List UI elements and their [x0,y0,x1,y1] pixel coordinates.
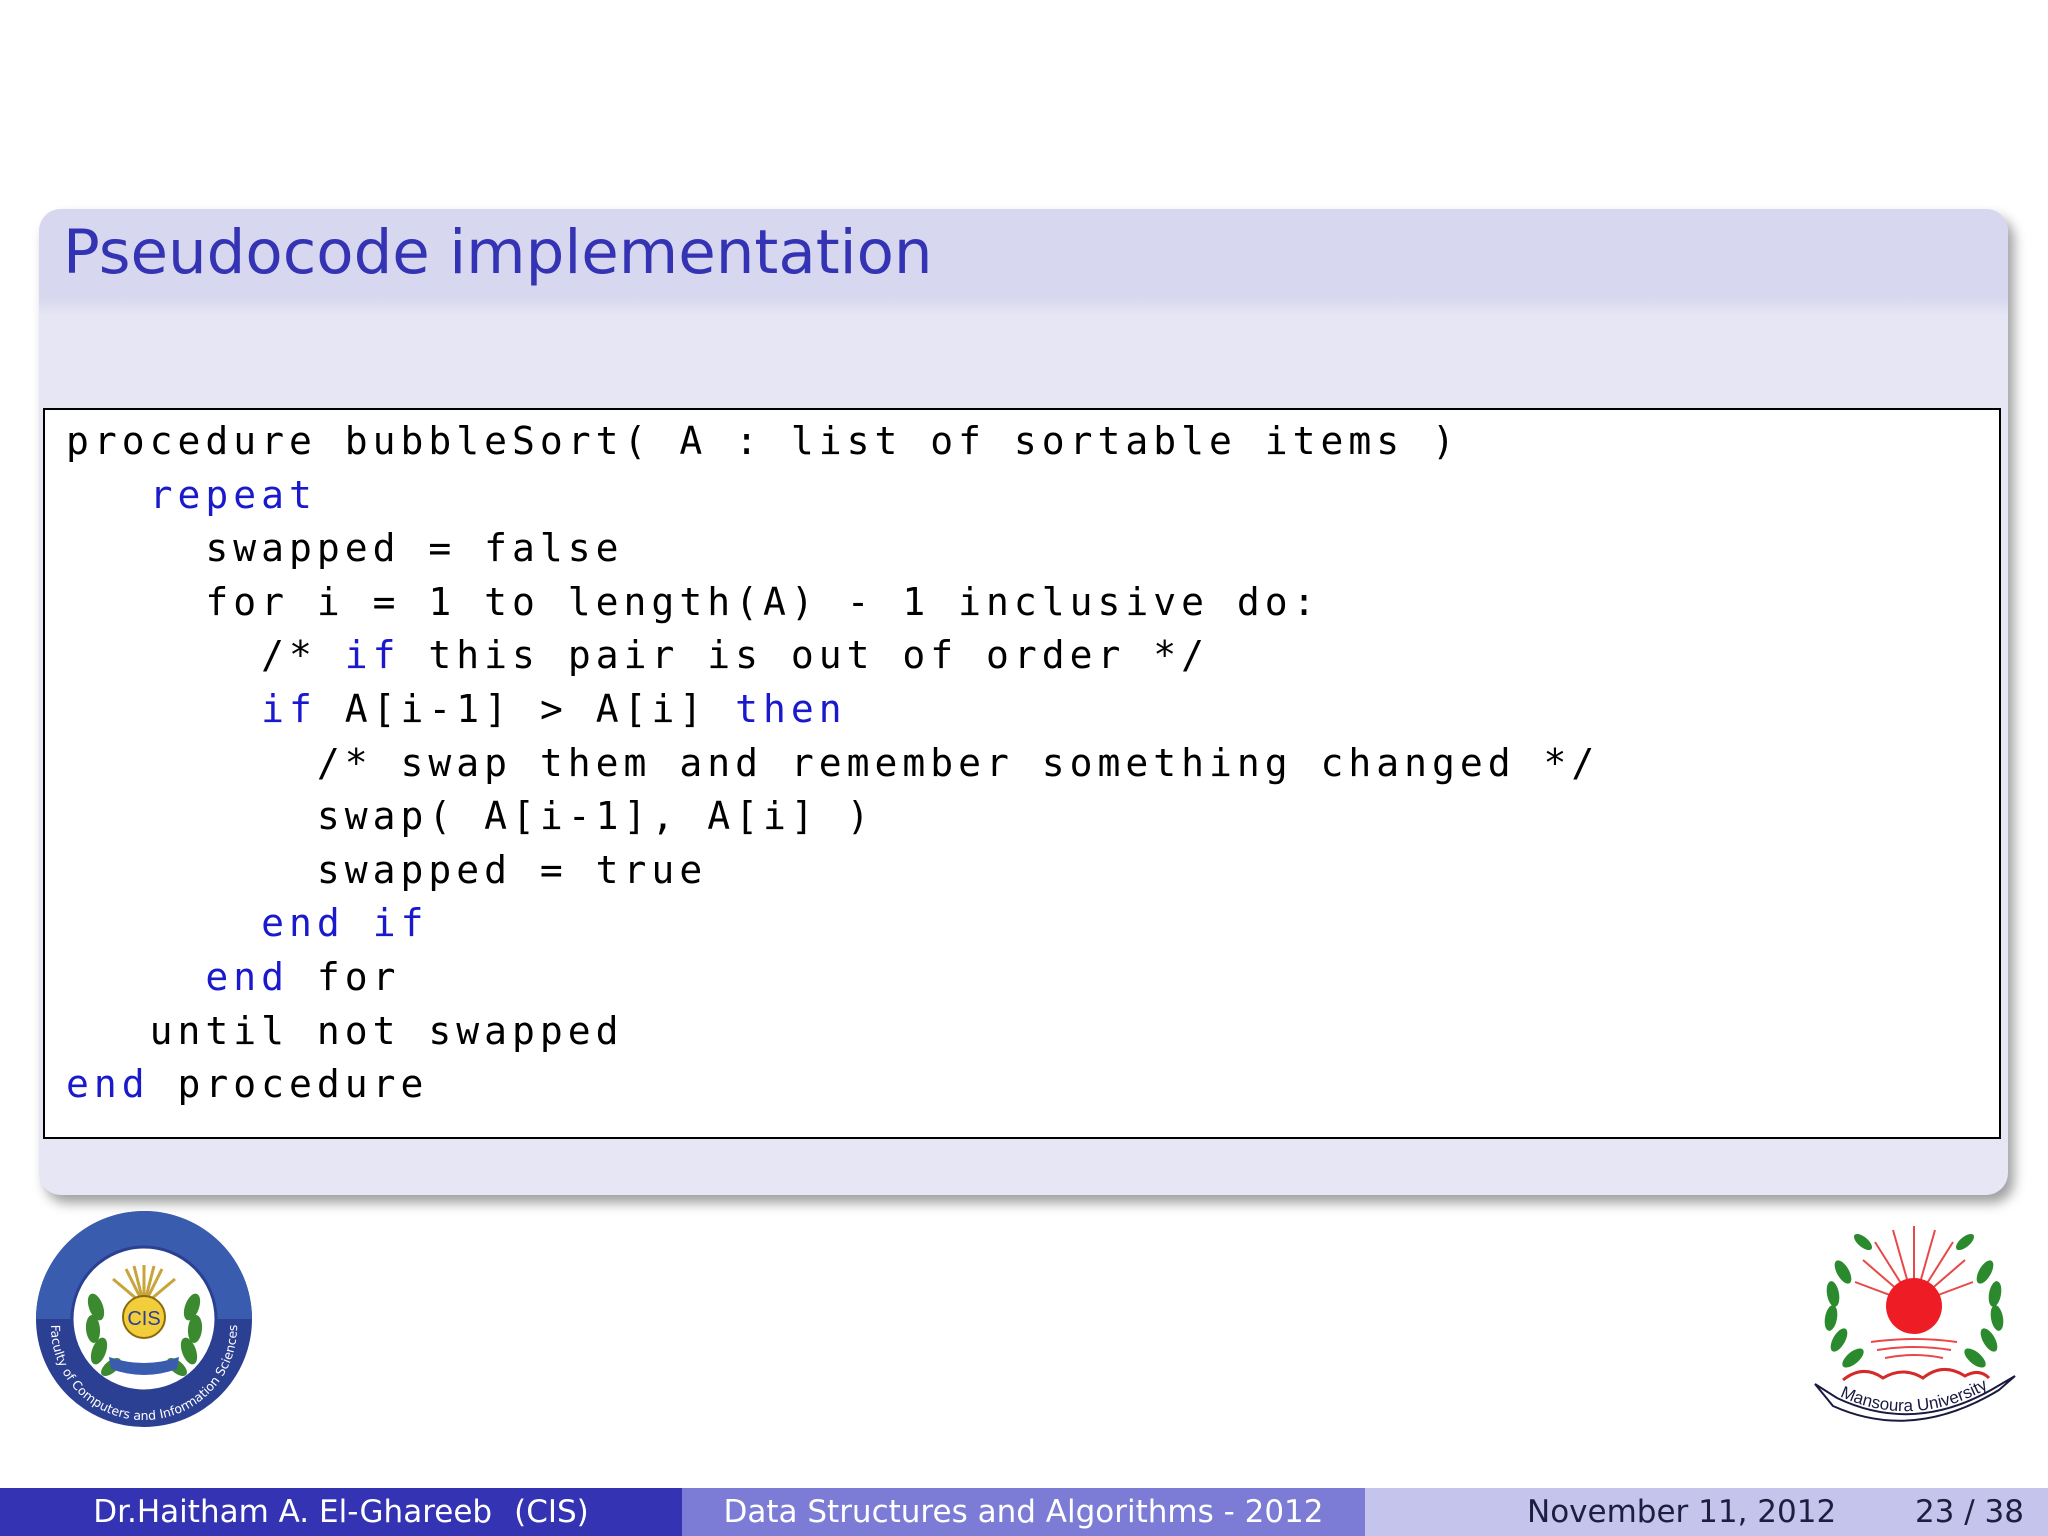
code-text: swapped = false [66,526,624,571]
code-keyword: end [261,901,345,946]
code-line: procedure bubbleSort( A : list of sortab… [66,415,1460,468]
code-keyword: if [261,687,317,731]
code-line: swapped = false [66,522,624,575]
code-text: procedure [149,1062,429,1107]
footer-page-number: 23 / 38 [1914,1494,2024,1530]
mansoura-university-logo: Mansoura University [1793,1212,2033,1438]
code-keyword: if [344,633,401,678]
code-keyword: then [735,687,847,731]
code-text: swapped = true [66,847,708,892]
code-line: if A[i-1] > A[i] then [66,683,847,736]
code-line: end if [66,897,428,950]
footer-affiliation: (CIS) [514,1494,589,1530]
footer-date-section: November 11, 2012 23 / 38 [1365,1488,2048,1536]
code-text: for [289,955,401,999]
code-line: /* swap them and remember something chan… [66,737,1599,790]
code-listing: procedure bubbleSort( A : list of sortab… [43,408,2001,1139]
code-text: /* [66,633,345,678]
code-line: until not swapped [66,1005,624,1058]
footer-date: November 11, 2012 [1527,1494,1837,1530]
code-text: until not swapped [66,1008,624,1053]
code-text: for i = 1 to length(A) - 1 inclusive do: [66,579,1321,624]
footer-author-section: Dr.Haitham A. El-Ghareeb (CIS) [0,1488,682,1536]
footer-course-section: Data Structures and Algorithms - 2012 [682,1488,1365,1536]
code-line: end for [66,951,401,1004]
code-keyword: repeat [149,472,317,517]
code-text: /* swap them and remember something chan… [66,740,1600,785]
code-keyword: end [205,955,290,999]
code-text: A[i-1] > A[i] [316,687,736,731]
code-keyword: end [66,1062,150,1107]
code-line: swapped = true [66,844,707,897]
block-title-fade [39,297,2008,315]
block-title: Pseudocode implementation [63,217,933,288]
footer-author: Dr.Haitham A. El-Ghareeb [93,1494,493,1530]
cis-faculty-logo: CIS Faculty of Computers and Information… [21,1207,267,1430]
code-text: this pair is out of order */ [400,633,1210,678]
footer-course-title: Data Structures and Algorithms - 2012 [723,1494,1324,1530]
cis-badge-text: CIS [127,1308,160,1330]
code-line: end procedure [66,1058,428,1111]
code-keyword: if [372,901,429,946]
code-line: for i = 1 to length(A) - 1 inclusive do: [66,576,1321,629]
footline: Dr.Haitham A. El-Ghareeb (CIS) Data Stru… [0,1488,2048,1536]
code-line: swap( A[i-1], A[i] ) [66,790,874,843]
code-text: swap( A[i-1], A[i] ) [66,794,875,839]
code-text: procedure bubbleSort( A : list of sortab… [66,419,1460,463]
code-line: repeat [66,469,317,522]
code-line: /* if this pair is out of order */ [66,629,1209,682]
